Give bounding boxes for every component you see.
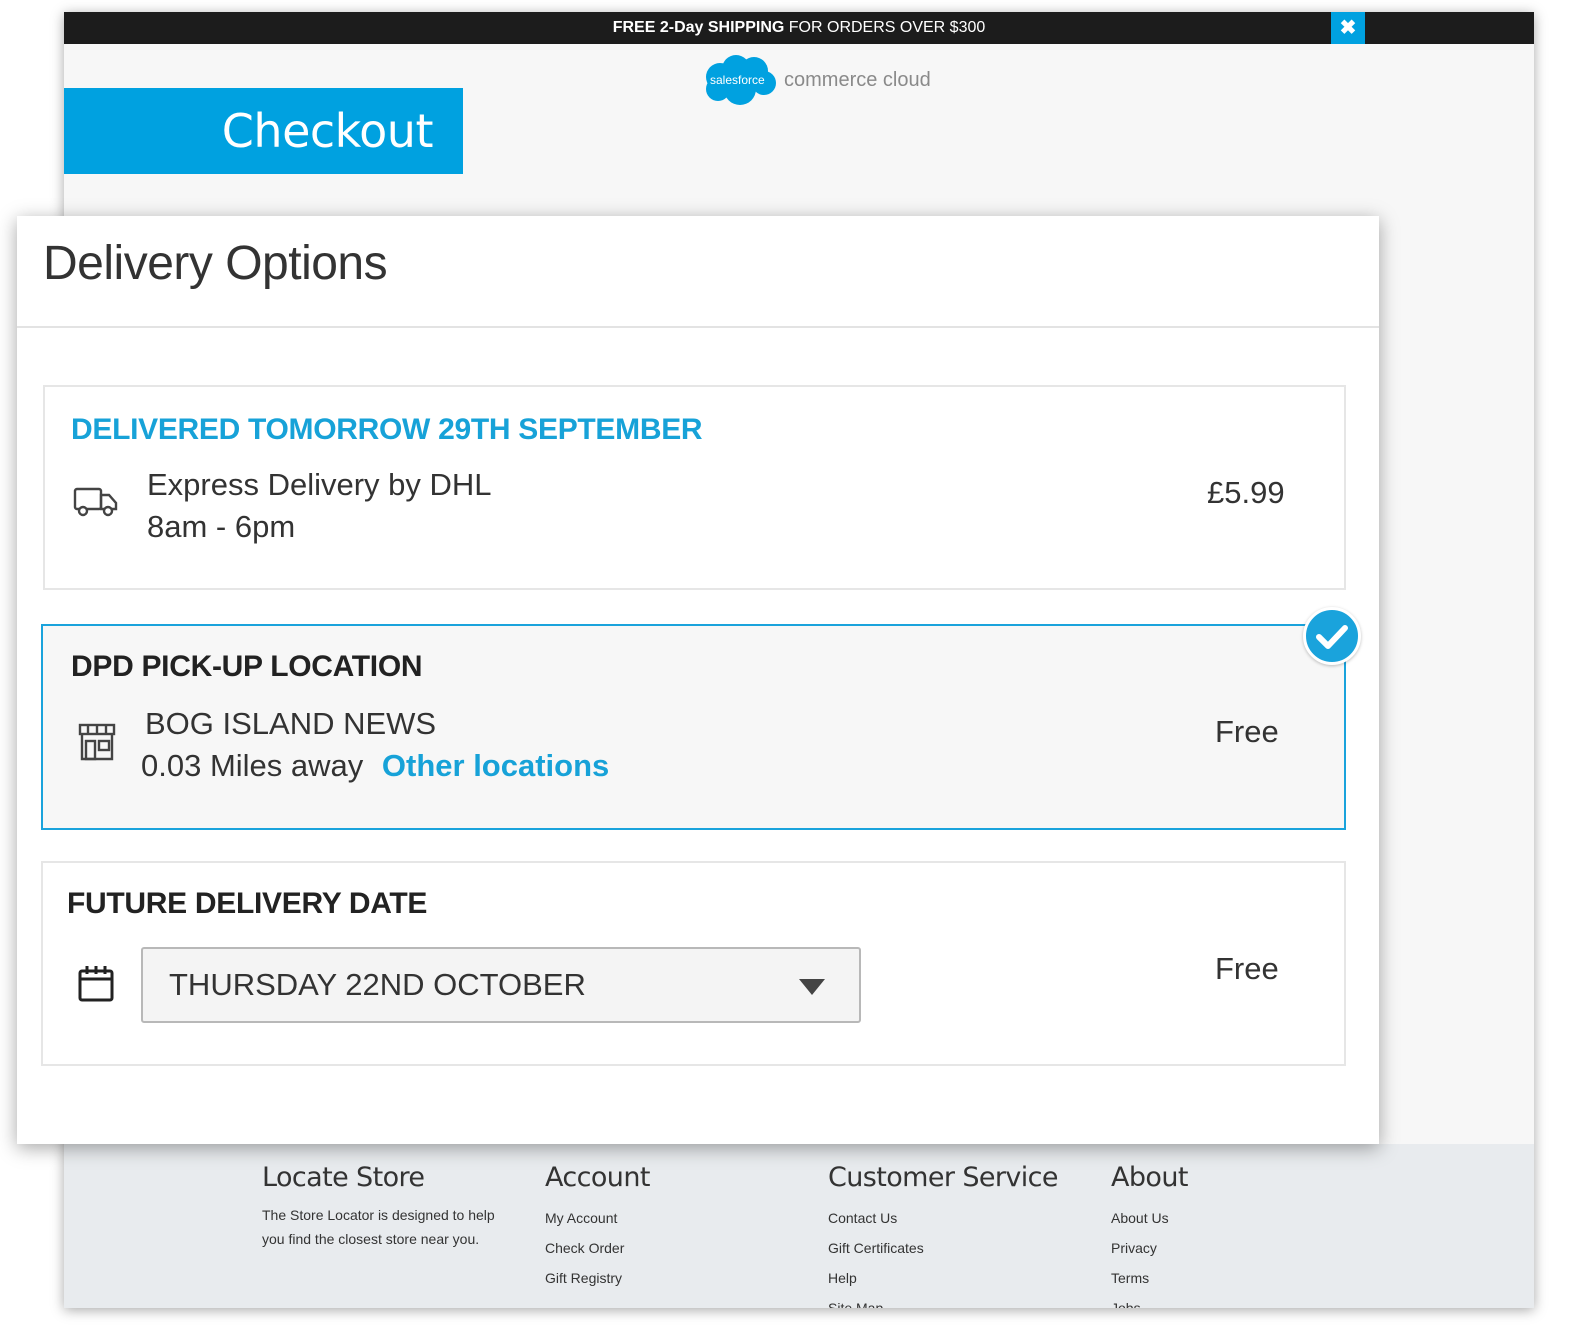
footer-locate-text: The Store Locator is designed to help yo… [262,1207,495,1247]
footer-link-privacy[interactable]: Privacy [1111,1233,1188,1263]
footer-about: About About Us Privacy Terms Jobs [1111,1162,1188,1308]
modal-header: Delivery Options [17,216,1379,328]
footer-link-jobs[interactable]: Jobs [1111,1293,1188,1308]
option-price: £5.99 [1207,475,1285,510]
option-price: Free [1215,714,1279,749]
option-heading: DELIVERED TOMORROW 29TH SEPTEMBER [71,413,703,446]
footer-link-terms[interactable]: Terms [1111,1263,1188,1293]
promo-bold-text: FREE 2-Day SHIPPING [612,19,785,36]
delivery-date-select[interactable]: THURSDAY 22ND OCTOBER [141,947,861,1023]
footer-locate-store: Locate Store The Store Locator is design… [262,1162,512,1251]
option-price: Free [1215,951,1279,986]
footer: Locate Store The Store Locator is design… [64,1144,1534,1308]
footer-link-gift-certificates[interactable]: Gift Certificates [828,1233,1058,1263]
option-service-name: Express Delivery by DHL [147,467,492,502]
footer-account: Account My Account Check Order Gift Regi… [545,1162,650,1293]
delivery-option-express[interactable]: DELIVERED TOMORROW 29TH SEPTEMBER Expres… [43,385,1346,590]
footer-link-about-us[interactable]: About Us [1111,1203,1188,1233]
footer-link-check-order[interactable]: Check Order [545,1233,650,1263]
modal-title: Delivery Options [43,237,388,290]
store-icon [77,722,117,762]
footer-link-my-account[interactable]: My Account [545,1203,650,1233]
salesforce-cloud-logo: salesforce [700,53,780,107]
footer-customer-service: Customer Service Contact Us Gift Certifi… [828,1162,1059,1308]
footer-link-gift-registry[interactable]: Gift Registry [545,1263,650,1293]
footer-link-contact-us[interactable]: Contact Us [828,1203,1058,1233]
option-heading: DPD PICK-UP LOCATION [71,650,423,683]
delivery-option-pickup[interactable]: DPD PICK-UP LOCATION BOG ISLAND NEWS 0.0… [41,624,1346,830]
footer-link-site-map[interactable]: Site Map [828,1293,1058,1308]
selected-check-icon [1303,607,1361,665]
calendar-icon [77,963,115,1003]
footer-about-title: About [1111,1162,1188,1193]
promo-text: FOR ORDERS OVER $300 [784,19,986,36]
salesforce-logo-text: salesforce [710,73,765,87]
footer-service-title: Customer Service [828,1162,1059,1193]
delivery-options-modal: Delivery Options DELIVERED TOMORROW 29TH… [17,216,1379,1144]
page-title: Checkout [64,88,463,174]
close-icon[interactable]: ✖ [1331,12,1365,44]
other-locations-link[interactable]: Other locations [382,748,609,783]
promo-bar: FREE 2-Day SHIPPING FOR ORDERS OVER $300 [64,12,1534,44]
delivery-option-future-date[interactable]: FUTURE DELIVERY DATE THURSDAY 22ND OCTOB… [41,861,1346,1066]
pickup-location-name: BOG ISLAND NEWS [145,706,437,741]
pickup-distance-text: 0.03 Miles away [141,748,364,783]
footer-account-title: Account [545,1162,650,1193]
footer-locate-title[interactable]: Locate Store [262,1162,512,1193]
caret-down-icon [799,979,825,995]
logo[interactable]: salesforce commerce cloud [700,52,931,108]
footer-link-help[interactable]: Help [828,1263,1058,1293]
logo-text: commerce cloud [784,68,931,91]
selected-date: THURSDAY 22ND OCTOBER [169,967,586,1002]
pickup-distance: 0.03 Miles away Other locations [141,748,609,784]
truck-icon [73,483,119,519]
option-heading: FUTURE DELIVERY DATE [67,887,428,920]
option-time-window: 8am - 6pm [147,509,296,544]
